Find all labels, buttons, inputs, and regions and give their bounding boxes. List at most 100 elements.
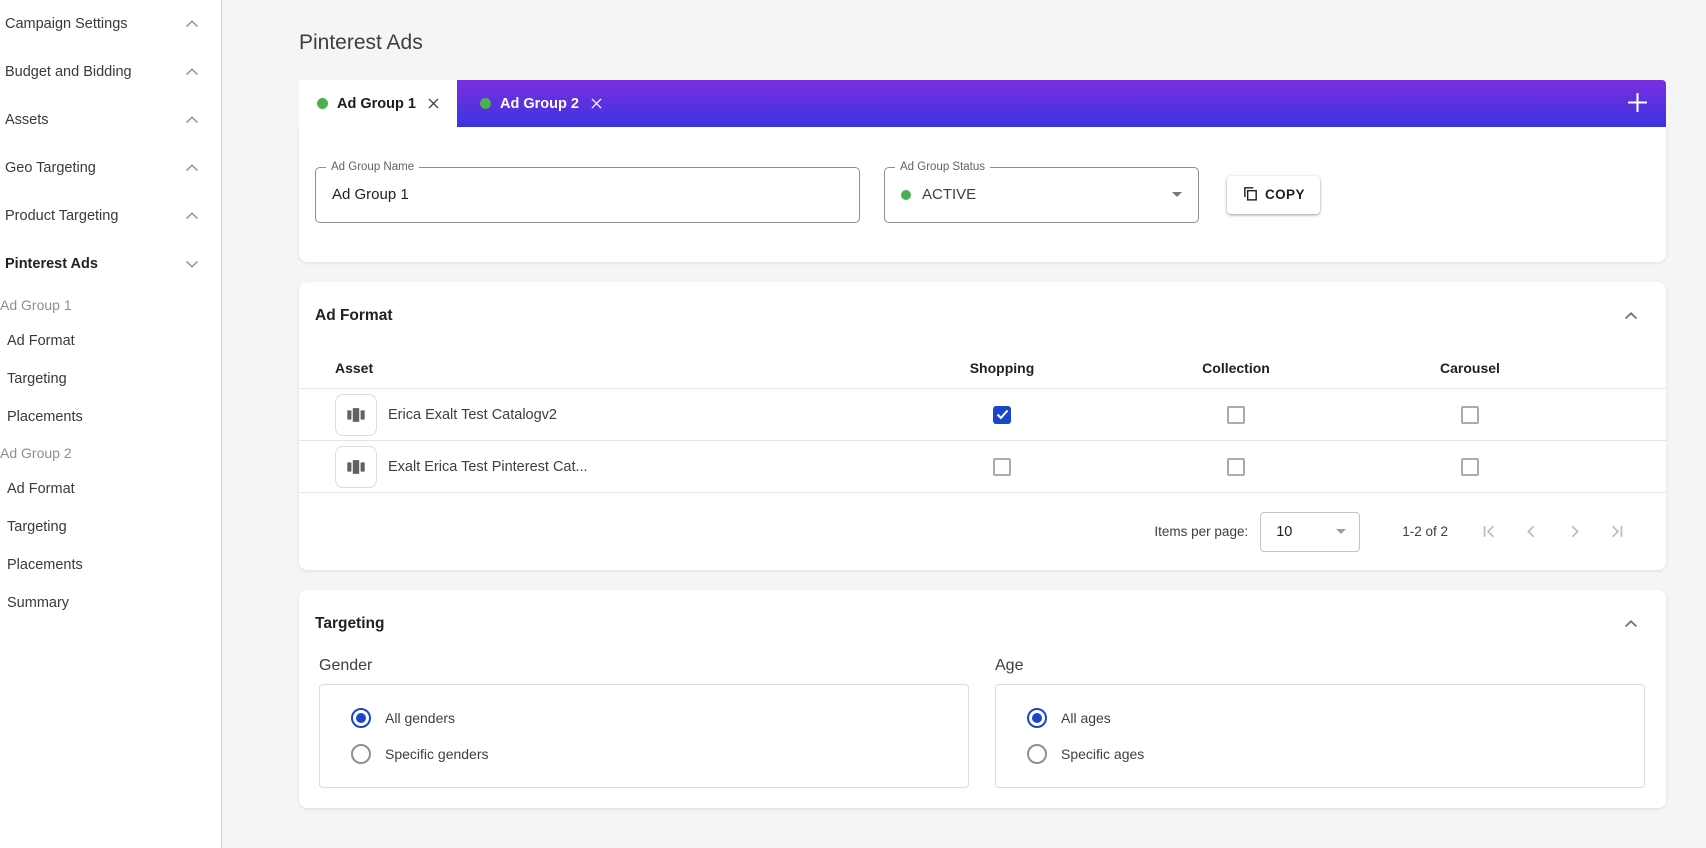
sidebar-item-targeting-group2[interactable]: Targeting — [0, 508, 221, 546]
gender-label: Gender — [319, 657, 969, 675]
copy-button[interactable]: COPY — [1227, 176, 1320, 214]
shopping-checkbox[interactable] — [993, 406, 1011, 424]
sidebar-item-geo-targeting[interactable]: Geo Targeting — [0, 144, 221, 192]
ad-format-header: Ad Format — [299, 304, 1666, 327]
radio-all-ages[interactable]: All ages — [1027, 708, 1644, 728]
gender-options-box: All genders Specific genders — [319, 684, 969, 788]
next-page-button[interactable] — [1560, 517, 1589, 546]
sidebar-item-label: Targeting — [7, 371, 67, 387]
radio-label: All ages — [1061, 710, 1111, 726]
dropdown-caret-icon — [1336, 529, 1346, 534]
radio-specific-ages[interactable]: Specific ages — [1027, 744, 1644, 764]
chevron-down-icon — [185, 260, 199, 268]
collection-checkbox[interactable] — [1227, 458, 1245, 476]
targeting-card: Targeting Gender All genders Specific ge… — [299, 590, 1666, 808]
sidebar-item-assets[interactable]: Assets — [0, 96, 221, 144]
items-per-page-select[interactable]: 10 — [1260, 512, 1360, 552]
radio-unselected-icon — [1027, 744, 1047, 764]
sidebar-item-label: Geo Targeting — [5, 160, 185, 176]
close-icon[interactable] — [591, 98, 602, 109]
status-dot-icon — [901, 190, 911, 200]
sidebar-item-label: Summary — [7, 595, 69, 611]
ad-group-status-label: Ad Group Status — [895, 161, 990, 173]
table-header-row: Asset Shopping Collection Carousel — [299, 347, 1666, 389]
sidebar-item-budget-and-bidding[interactable]: Budget and Bidding — [0, 48, 221, 96]
dropdown-caret-icon — [1172, 192, 1182, 197]
section-title: Targeting — [315, 615, 384, 633]
paginator-range-label: 1-2 of 2 — [1402, 524, 1448, 539]
column-header-shopping: Shopping — [885, 360, 1119, 376]
radio-selected-icon — [351, 708, 371, 728]
carousel-checkbox[interactable] — [1461, 458, 1479, 476]
group-label: Ad Group 1 — [0, 297, 72, 313]
ad-group-tabbar: Ad Group 1 Ad Group 2 — [299, 80, 1666, 127]
page-title: Pinterest Ads — [299, 32, 1666, 54]
ad-group-status-value-row: ACTIVE — [901, 186, 1182, 203]
sidebar-item-ad-format-group1[interactable]: Ad Format — [0, 322, 221, 360]
ad-group-name-value: Ad Group 1 — [332, 186, 409, 203]
sidebar-item-label: Ad Format — [7, 333, 75, 349]
radio-label: All genders — [385, 710, 455, 726]
sidebar-item-placements-group1[interactable]: Placements — [0, 398, 221, 436]
sidebar-group-label-ad-group-1: Ad Group 1 — [0, 288, 221, 322]
ad-group-status-value: ACTIVE — [922, 186, 976, 203]
sidebar-item-ad-format-group2[interactable]: Ad Format — [0, 470, 221, 508]
chevron-up-icon — [185, 212, 199, 220]
collapse-targeting-button[interactable] — [1620, 612, 1642, 635]
sidebar-item-product-targeting[interactable]: Product Targeting — [0, 192, 221, 240]
age-label: Age — [995, 657, 1645, 675]
sidebar-item-label: Placements — [7, 409, 83, 425]
sidebar-item-label: Placements — [7, 557, 83, 573]
column-header-asset: Asset — [315, 360, 885, 376]
paginator: Items per page: 10 1-2 of 2 — [299, 493, 1666, 570]
sidebar-item-summary[interactable]: Summary — [0, 584, 221, 622]
radio-specific-genders[interactable]: Specific genders — [351, 744, 968, 764]
ad-group-settings-card: Ad Group Name Ad Group 1 Ad Group Status… — [299, 127, 1666, 262]
sidebar: Campaign Settings Budget and Bidding Ass… — [0, 0, 222, 848]
collapse-ad-format-button[interactable] — [1620, 304, 1642, 327]
previous-page-button[interactable] — [1517, 517, 1546, 546]
copy-icon — [1242, 185, 1259, 205]
sidebar-item-placements-group2[interactable]: Placements — [0, 546, 221, 584]
catalog-icon — [335, 446, 377, 488]
collection-checkbox[interactable] — [1227, 406, 1245, 424]
add-ad-group-button[interactable] — [1608, 80, 1666, 127]
ad-format-table: Asset Shopping Collection Carousel Erica… — [299, 347, 1666, 493]
ad-group-name-field[interactable]: Ad Group Name Ad Group 1 — [315, 167, 860, 223]
targeting-header: Targeting — [299, 612, 1666, 635]
ad-format-card: Ad Format Asset Shopping Collection Caro… — [299, 282, 1666, 570]
sidebar-top-nav: Campaign Settings Budget and Bidding Ass… — [0, 0, 221, 288]
tab-ad-group-2[interactable]: Ad Group 2 — [457, 80, 628, 127]
sidebar-pinterest-subnav: Ad Group 1 Ad Format Targeting Placement… — [0, 288, 221, 622]
shopping-checkbox[interactable] — [993, 458, 1011, 476]
items-per-page-label: Items per page: — [1154, 524, 1248, 539]
tab-ad-group-1[interactable]: Ad Group 1 — [299, 80, 457, 127]
radio-all-genders[interactable]: All genders — [351, 708, 968, 728]
sidebar-item-pinterest-ads[interactable]: Pinterest Ads — [0, 240, 221, 288]
column-header-carousel: Carousel — [1353, 360, 1587, 376]
sidebar-item-campaign-settings[interactable]: Campaign Settings — [0, 0, 221, 48]
radio-label: Specific genders — [385, 746, 489, 762]
sidebar-item-label: Product Targeting — [5, 208, 185, 224]
sidebar-group-label-ad-group-2: Ad Group 2 — [0, 436, 221, 470]
status-dot-icon — [317, 98, 328, 109]
first-page-button[interactable] — [1474, 517, 1503, 546]
carousel-checkbox[interactable] — [1461, 406, 1479, 424]
paginator-nav — [1474, 517, 1632, 546]
group-label: Ad Group 2 — [0, 445, 72, 461]
table-row: Exalt Erica Test Pinterest Cat... — [299, 441, 1666, 493]
asset-name: Erica Exalt Test Catalogv2 — [388, 407, 557, 423]
sidebar-item-label: Pinterest Ads — [5, 256, 185, 272]
chevron-up-icon — [185, 164, 199, 172]
ad-group-status-select[interactable]: Ad Group Status ACTIVE — [884, 167, 1199, 223]
sidebar-item-label: Ad Format — [7, 481, 75, 497]
sidebar-item-targeting-group1[interactable]: Targeting — [0, 360, 221, 398]
radio-unselected-icon — [351, 744, 371, 764]
table-row: Erica Exalt Test Catalogv2 — [299, 389, 1666, 441]
close-icon[interactable] — [428, 98, 439, 109]
sidebar-item-label: Assets — [5, 112, 185, 128]
section-title: Ad Format — [315, 307, 393, 325]
chevron-up-icon — [185, 68, 199, 76]
sidebar-item-label: Campaign Settings — [5, 16, 185, 32]
last-page-button[interactable] — [1603, 517, 1632, 546]
